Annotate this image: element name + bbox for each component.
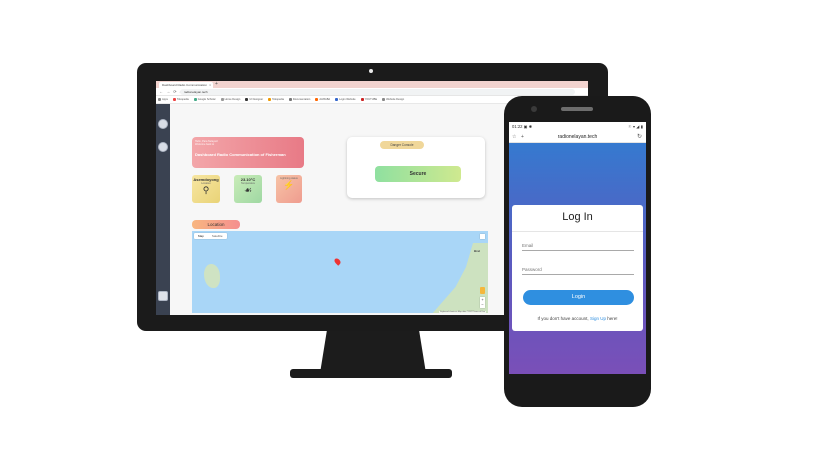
phone-address-bar: ☆ + radionelayan.tech ↻ bbox=[509, 131, 646, 143]
tab-satellite[interactable]: Satellite bbox=[208, 233, 227, 239]
zoom-control[interactable]: + − bbox=[480, 297, 485, 308]
street-view-icon[interactable] bbox=[480, 287, 485, 294]
bookmark-item[interactable]: Apps bbox=[158, 98, 168, 101]
thermometer-icon: ☙ bbox=[243, 185, 253, 195]
device-mockup: Dashboard Radio Communication × + ← → ⟳ … bbox=[0, 0, 830, 467]
divider bbox=[512, 231, 643, 232]
dashboard-sidebar bbox=[156, 104, 170, 315]
phone-speaker bbox=[561, 107, 593, 111]
danger-console-label: Danger Console bbox=[380, 141, 424, 149]
monitor-stand-neck bbox=[320, 331, 426, 372]
map-island bbox=[204, 264, 220, 288]
bookmark-item[interactable]: Login Website bbox=[335, 98, 356, 101]
login-button[interactable]: Login bbox=[523, 290, 634, 305]
map-pin-icon: ⚲ bbox=[202, 185, 210, 195]
map-attribution: Keyboard shortcuts Map data ©2022 Terms … bbox=[439, 311, 486, 313]
signup-prefix: If you don't have account, bbox=[537, 316, 589, 321]
welcome-subtitle: Welcome back to bbox=[195, 143, 215, 146]
logout-icon[interactable] bbox=[158, 291, 168, 301]
bookmark-item[interactable]: UI Designer bbox=[245, 98, 263, 101]
location-map[interactable]: Map Satellite Brat + − Keyboard shortcut… bbox=[192, 231, 488, 313]
reload-icon[interactable]: ↻ bbox=[637, 131, 642, 143]
tab-map[interactable]: Map bbox=[194, 233, 208, 239]
phone-url[interactable]: radionelayan.tech bbox=[558, 134, 597, 140]
monitor-camera bbox=[369, 69, 373, 73]
bookmark-item[interactable]: ALIBABA bbox=[315, 98, 330, 101]
status-badge: Secure bbox=[375, 166, 461, 182]
user-icon[interactable] bbox=[158, 142, 168, 152]
dashboard-title: Dashboard Radio Communication of Fisherm… bbox=[195, 152, 286, 157]
status-icons: ⚐ ▾ ◢ ▮ bbox=[628, 124, 643, 129]
status-time: 01:22 ▣ ✱ bbox=[512, 124, 533, 129]
temperature-card: 23.10°C Temperature ☙ bbox=[234, 175, 262, 203]
bookmark-item[interactable]: Google Scholar bbox=[193, 98, 216, 101]
lightning-icon: ⚡ bbox=[283, 180, 295, 190]
signup-link[interactable]: Sign Up bbox=[590, 316, 606, 321]
star-icon[interactable]: ☆ bbox=[512, 131, 516, 143]
bookmark-item[interactable]: Home Design bbox=[220, 98, 240, 101]
map-type-tabs: Map Satellite bbox=[194, 233, 227, 239]
map-coastline bbox=[424, 243, 488, 313]
signup-prompt: If you don't have account, Sign Up here! bbox=[512, 316, 643, 321]
bookmark-item[interactable]: YOUTUBE bbox=[360, 98, 377, 101]
lightning-card: Lightning status ⚡ bbox=[276, 175, 302, 203]
email-field[interactable] bbox=[522, 240, 634, 251]
address-bar: ← → ⟳ ⌂ radionelayan.tech bbox=[156, 88, 588, 96]
phone-screen: 01:22 ▣ ✱ ⚐ ▾ ◢ ▮ ☆ + radionelayan.tech … bbox=[509, 122, 646, 374]
fullscreen-icon[interactable] bbox=[480, 234, 485, 239]
zoom-out-button[interactable]: − bbox=[480, 302, 485, 307]
new-tab-button[interactable]: + bbox=[215, 81, 218, 88]
login-title: Log In bbox=[562, 211, 593, 223]
phone-status-bar: 01:22 ▣ ✱ ⚐ ▾ ◢ ▮ bbox=[509, 122, 646, 131]
signup-suffix: here! bbox=[607, 316, 618, 321]
bookmark-item[interactable]: Documentation bbox=[288, 98, 310, 101]
map-marker-icon[interactable] bbox=[333, 257, 342, 266]
dashboard-icon[interactable] bbox=[158, 119, 168, 129]
password-field[interactable] bbox=[522, 264, 634, 275]
url-input[interactable]: radionelayan.tech bbox=[180, 89, 575, 95]
bookmark-item[interactable]: Tokopedia bbox=[268, 98, 284, 101]
monitor-stand-base bbox=[290, 369, 452, 378]
location-card: Asemdoyong Location ⚲ bbox=[192, 175, 220, 203]
plus-icon[interactable]: + bbox=[521, 131, 524, 143]
location-heading: Location bbox=[192, 220, 240, 229]
login-card: Log In Login If you don't have account, … bbox=[512, 205, 643, 331]
mobile-phone: 01:22 ▣ ✱ ⚐ ▾ ◢ ▮ ☆ + radionelayan.tech … bbox=[504, 96, 651, 407]
danger-console-card: Danger Console Secure bbox=[347, 137, 485, 198]
map-place-label: Brat bbox=[474, 249, 481, 253]
browser-tab-strip: Dashboard Radio Communication × + bbox=[156, 81, 588, 88]
bookmark-item[interactable]: Website Design bbox=[382, 98, 404, 101]
phone-camera bbox=[531, 106, 537, 112]
welcome-card: Hello, Para Nelayan! Welcome back to Das… bbox=[192, 137, 304, 168]
browser-tab-title: Dashboard Radio Communication bbox=[162, 83, 208, 87]
bookmark-item[interactable]: Tokopedia bbox=[172, 98, 189, 101]
